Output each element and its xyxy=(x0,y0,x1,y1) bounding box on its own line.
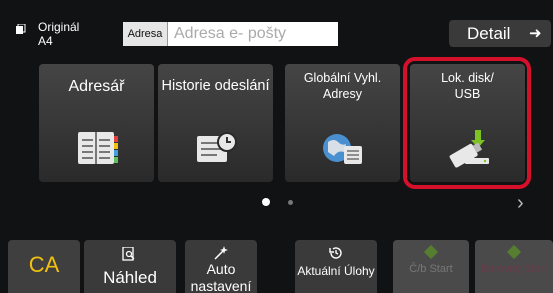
tile-global-address-search-label: Globální Vyhl. Adresy xyxy=(303,71,382,101)
top-bar: Originál A4 Adresa Detail ➜ xyxy=(0,0,553,54)
auto-settings-label: Auto nastavení xyxy=(190,261,252,293)
address-button[interactable]: Adresa xyxy=(123,22,168,46)
preview-button[interactable]: Náhled xyxy=(84,240,176,293)
selected-tile-highlight xyxy=(403,57,531,189)
tile-send-history[interactable]: Historie odeslání xyxy=(158,64,273,182)
address-book-icon xyxy=(78,132,118,164)
color-start-button[interactable]: Barevný Start xyxy=(475,240,553,293)
current-tasks-label: Aktuální Úlohy xyxy=(297,264,375,278)
page-indicator-inactive[interactable] xyxy=(288,200,293,205)
start-diamond-icon xyxy=(506,244,522,260)
bw-start-button[interactable]: Č/b Start xyxy=(393,240,469,293)
detail-button[interactable]: Detail ➜ xyxy=(449,20,551,47)
send-history-icon xyxy=(197,132,237,162)
history-clock-icon xyxy=(329,247,342,259)
tile-send-history-label: Historie odeslání xyxy=(161,78,270,94)
email-address-input[interactable] xyxy=(168,22,338,46)
bw-start-label: Č/b Start xyxy=(409,263,453,275)
start-diamond-icon xyxy=(423,244,439,260)
tile-address-book[interactable]: Adresář xyxy=(39,64,154,182)
original-label: Originál xyxy=(38,20,80,34)
tile-address-book-label: Adresář xyxy=(68,78,125,95)
clear-all-label: CA xyxy=(28,252,60,277)
detail-label: Detail xyxy=(467,24,511,43)
tile-global-address-search[interactable]: Globální Vyhl. Adresy xyxy=(285,64,400,182)
arrow-right-icon: ➜ xyxy=(529,25,542,42)
magic-wand-icon xyxy=(214,246,228,260)
current-tasks-button[interactable]: Aktuální Úlohy xyxy=(295,240,377,293)
document-stack-icon xyxy=(16,24,26,34)
auto-settings-button[interactable]: Auto nastavení xyxy=(185,240,257,293)
chevron-right-icon[interactable]: › xyxy=(517,192,524,215)
color-start-label: Barevný Start xyxy=(480,263,548,275)
preview-icon xyxy=(122,247,135,261)
original-size: A4 xyxy=(38,34,53,48)
global-address-search-icon xyxy=(323,134,362,164)
clear-all-button[interactable]: CA xyxy=(8,240,80,293)
page-indicator-active xyxy=(262,198,270,206)
preview-label: Náhled xyxy=(103,268,157,287)
